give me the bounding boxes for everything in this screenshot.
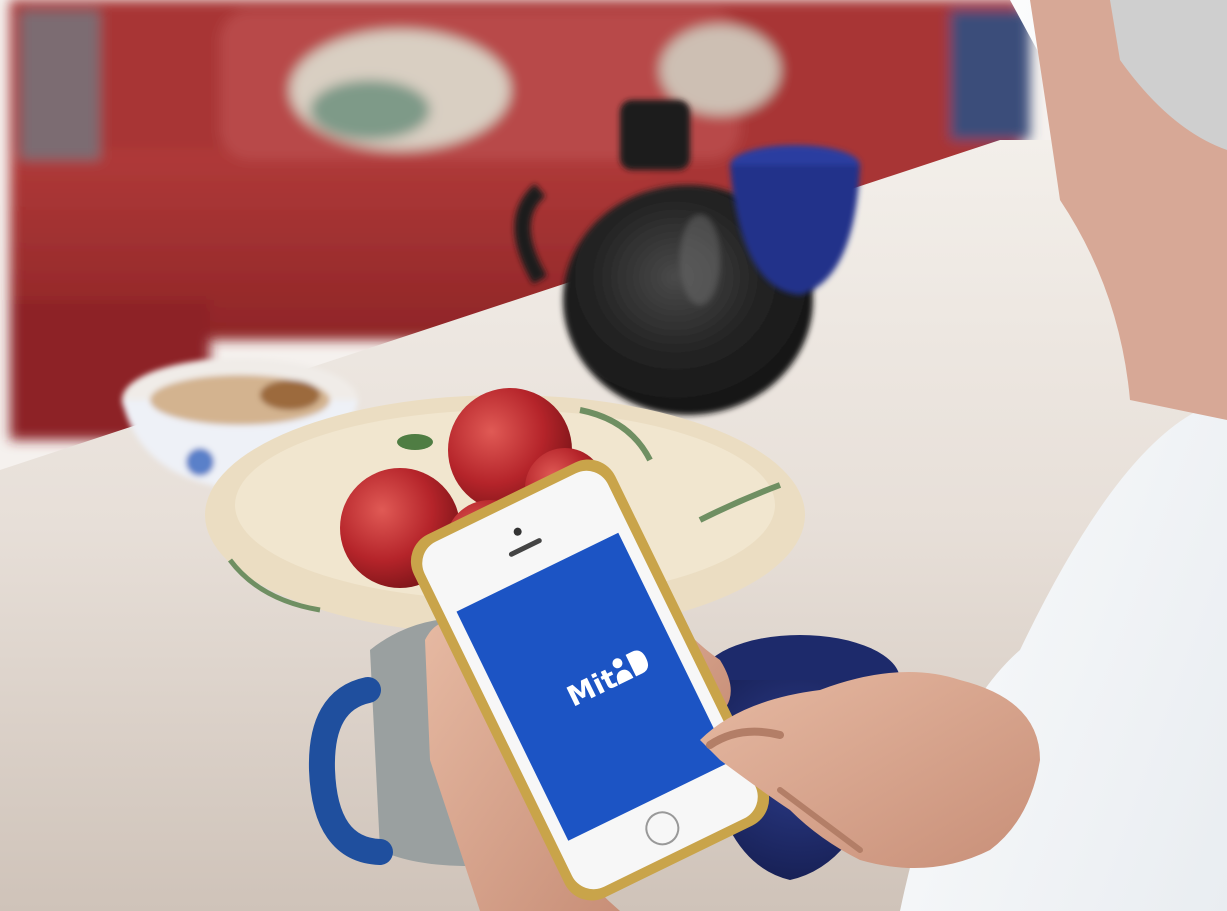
photo-scene: Mit: [0, 0, 1227, 911]
photo-illustration: Mit: [0, 0, 1227, 911]
